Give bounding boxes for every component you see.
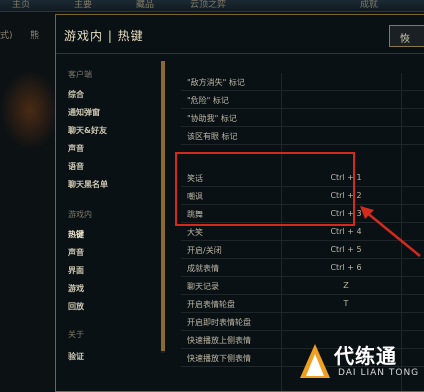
sidebar-item-ingame-sound[interactable]: 声音 — [68, 247, 84, 258]
hotkey-label: 成就表情 — [187, 264, 219, 273]
table-row[interactable]: 开启表情轮盘 T — [181, 295, 424, 313]
sidebar-item-replay[interactable]: 回放 — [68, 301, 84, 312]
table-row[interactable]: 开启即时表情轮盘 — [181, 313, 424, 331]
sidebar-scrollbar-thumb[interactable] — [161, 61, 165, 351]
restore-defaults-button[interactable]: 恢 — [389, 25, 424, 47]
hotkey-label: "危险" 标记 — [187, 96, 229, 105]
sidebar-item-sound[interactable]: 声音 — [68, 143, 84, 154]
background-tab: 熊 — [30, 31, 40, 41]
hotkey-label: 开启表情轮盘 — [187, 300, 235, 309]
table-row[interactable]: 聊天记录 Z — [181, 277, 424, 295]
hotkey-label: 大笑 — [187, 228, 203, 237]
sidebar-item-hotkeys[interactable]: 热键 — [68, 229, 84, 240]
sidebar-item-notifications[interactable]: 通知弹窗 — [68, 107, 100, 118]
top-nav-item[interactable]: 主要 — [74, 0, 92, 10]
hotkey-label: 开启即时表情轮盘 — [187, 318, 251, 327]
sidebar-item-game[interactable]: 游戏 — [68, 283, 84, 294]
annotation-highlight-box — [175, 152, 355, 226]
sidebar-section-client: 客户端 — [68, 70, 92, 79]
top-nav-item[interactable]: 云顶之弈 — [190, 0, 226, 10]
hotkey-label: 该区有眼 标记 — [187, 132, 238, 141]
title-divider — [56, 53, 424, 54]
hotkey-binding[interactable]: Ctrl + 6 — [316, 263, 376, 272]
watermark: 代练通 DAI LIAN TONG — [296, 336, 424, 392]
table-row[interactable]: 该区有眼 标记 — [181, 127, 424, 145]
hotkey-label: 快速播放下侧表情 — [187, 354, 251, 363]
modal-title: 游戏内 | 热键 — [64, 29, 144, 43]
sidebar-item-verify[interactable]: 验证 — [68, 351, 84, 362]
sidebar-item-voice[interactable]: 语音 — [68, 161, 84, 172]
watermark-pinyin: DAI LIAN TONG — [338, 368, 420, 378]
hotkey-label: 快速播放上侧表情 — [187, 336, 251, 345]
hotkey-label: 聊天记录 — [187, 282, 219, 291]
sidebar-item-chat-friends[interactable]: 聊天&好友 — [68, 125, 107, 136]
hotkey-binding[interactable]: Z — [316, 281, 376, 290]
sidebar-item-general[interactable]: 综合 — [68, 89, 84, 100]
table-row[interactable]: "敌方消失" 标记 — [181, 73, 424, 91]
sidebar-section-about: 关于 — [68, 330, 84, 339]
hotkey-binding[interactable]: T — [316, 299, 376, 308]
top-nav-item[interactable]: 主页 — [12, 0, 30, 10]
hotkey-label: "敌方消失" 标记 — [187, 78, 245, 87]
table-row[interactable]: 成就表情 Ctrl + 6 — [181, 259, 424, 277]
sidebar-section-ingame: 游戏内 — [68, 210, 92, 219]
hotkey-label: 开启/关闭 — [187, 246, 222, 255]
background-tab: 式) — [0, 31, 13, 41]
watermark-brand: 代练通 — [334, 344, 397, 368]
hotkey-label: "协助我" 标记 — [187, 114, 237, 123]
sidebar-item-interface[interactable]: 界面 — [68, 265, 84, 276]
top-nav-item[interactable]: 成就 — [360, 0, 378, 10]
table-row[interactable]: "协助我" 标记 — [181, 109, 424, 127]
top-nav-item[interactable]: 藏品 — [136, 0, 154, 10]
sidebar-item-chat-blacklist[interactable]: 聊天黑名单 — [68, 179, 108, 190]
settings-sidebar: 客户端 综合 通知弹窗 聊天&好友 声音 语音 聊天黑名单 游戏内 热键 声音 … — [56, 55, 156, 391]
background-decoration — [0, 70, 60, 150]
client-top-bar: 主页 主要 藏品 云顶之弈 成就 — [0, 0, 424, 12]
annotation-arrow-icon — [360, 206, 421, 257]
table-row[interactable]: "危险" 标记 — [181, 91, 424, 109]
brand-logo-icon — [300, 344, 330, 378]
